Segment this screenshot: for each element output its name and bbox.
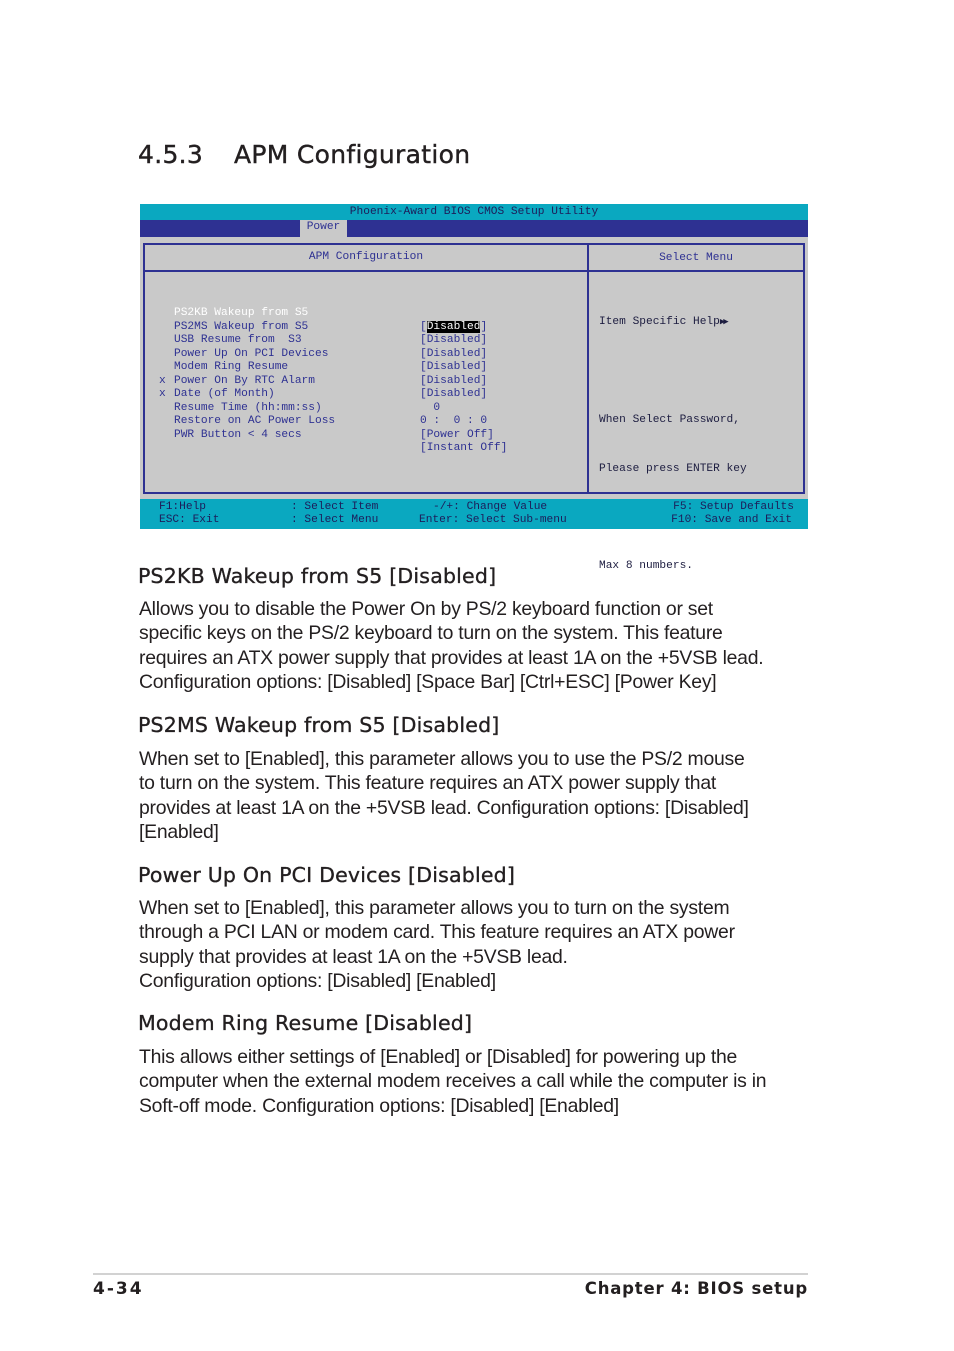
key-change-value: -/+: Change Value (433, 501, 548, 513)
paragraph-power-up-pci: When set to [Enabled], this parameter al… (139, 896, 819, 993)
setting-row-rtc-alarm[interactable]: Power On By RTC Alarm [Disabled] (145, 348, 585, 401)
text-line: Allows you to disable the Power On by PS… (139, 598, 713, 620)
setting-value[interactable]: [Power Off] (420, 429, 494, 443)
chapter-label: Chapter 4: BIOS setup (584, 1279, 808, 1298)
bios-screenshot: Phoenix-Award BIOS CMOS Setup Utility Po… (140, 204, 808, 572)
double-arrow-right-icon: ▶▶ (719, 317, 729, 328)
key-select-item: : Select Item (291, 501, 379, 513)
setting-row-power-up-pci[interactable]: Power Up On PCI Devices [Disabled] (145, 321, 585, 374)
text-line: When set to [Enabled], this parameter al… (139, 748, 745, 770)
key-f5-defaults: F5: Setup Defaults (673, 501, 794, 513)
help-line: Please press ENTER key (599, 462, 747, 475)
text-line: to turn on the system. This feature requ… (139, 772, 716, 795)
text-line: supply that provides at least 1A on the … (139, 945, 568, 968)
settings-list: PS2KB Wakeup from S5 [Disabled] PS2MS Wa… (143, 270, 589, 494)
help-panel-header: Select Menu (587, 243, 805, 272)
heading-power-up-pci: Power Up On PCI Devices [Disabled] (138, 863, 516, 887)
setting-label: Restore on AC Power Loss (174, 415, 336, 427)
key-esc-exit: ESC: Exit (159, 514, 220, 526)
setting-row-ps2kb-wakeup[interactable]: PS2KB Wakeup from S5 [Disabled] (145, 280, 585, 333)
heading-ps2ms-wakeup: PS2MS Wakeup from S5 [Disabled] (138, 713, 500, 737)
text-line: Soft-off mode. Configuration options: [D… (139, 1094, 619, 1117)
text-line: This allows either settings of [Enabled]… (139, 1046, 738, 1068)
heading-modem-ring-resume: Modem Ring Resume [Disabled] (138, 1011, 473, 1035)
setting-row-ac-power-loss[interactable]: Restore on AC Power Loss [Power Off] (145, 388, 585, 441)
bios-tab-bar: Power (140, 220, 808, 237)
text-line: Configuration options: [Disabled] [Enabl… (139, 969, 496, 992)
text-line: specific keys on the PS/2 keyboard to tu… (139, 622, 723, 645)
key-f10-save-exit: F10: Save and Exit (671, 514, 792, 526)
setting-row-usb-resume[interactable]: USB Resume from S3 [Disabled] (145, 307, 585, 360)
heading-ps2kb-wakeup: PS2KB Wakeup from S5 [Disabled] (138, 564, 497, 588)
bios-key-legend: F1:Help : Select Item -/+: Change Value … (140, 499, 808, 529)
paragraph-ps2kb-wakeup: Allows you to disable the Power On by PS… (139, 597, 819, 694)
help-line: Max 8 numbers. (599, 559, 693, 572)
text-line: provides at least 1A on the +5VSB lead. … (139, 796, 749, 819)
paragraph-modem-ring-resume: This allows either settings of [Enabled]… (139, 1045, 819, 1118)
help-text: Item Specific Help▶▶ When Select Passwor… (599, 282, 747, 606)
setting-value: 0 : 0 : 0 (420, 415, 488, 427)
setting-row-resume-time: x Resume Time (hh:mm:ss) 0 : 0 : 0 (145, 375, 585, 427)
text-line: through a PCI LAN or modem card. This fe… (139, 921, 735, 944)
main-panel-header: APM Configuration (143, 243, 589, 272)
setting-label: PWR Button < 4 secs (174, 428, 302, 441)
setting-row-modem-ring[interactable]: Modem Ring Resume [Disabled] (145, 334, 585, 387)
help-line: When Select Password, (599, 413, 740, 426)
text-line: computer when the external modem receive… (139, 1070, 767, 1093)
section-title: 4.5.3 APM Configuration (138, 140, 470, 169)
page-number: 4-34 (93, 1279, 144, 1299)
text-line: When set to [Enabled], this parameter al… (139, 897, 730, 919)
bios-title-bar: Phoenix-Award BIOS CMOS Setup Utility (140, 204, 808, 220)
paragraph-ps2ms-wakeup: When set to [Enabled], this parameter al… (139, 747, 819, 844)
setting-row-date: x Date (of Month) 0 (145, 361, 585, 414)
text-line: requires an ATX power supply that provid… (139, 646, 764, 669)
tab-power[interactable]: Power (300, 220, 347, 237)
help-panel: Item Specific Help▶▶ When Select Passwor… (587, 270, 805, 572)
text-line: [Enabled] (139, 820, 219, 843)
section-title-text: APM Configuration (234, 140, 471, 169)
key-select-menu: : Select Menu (291, 514, 379, 526)
setting-value[interactable]: [Instant Off] (420, 442, 507, 456)
text-line: Configuration options: [Disabled] [Space… (139, 670, 717, 693)
help-title: Item Specific Help▶▶ (599, 316, 729, 329)
section-number: 4.5.3 (138, 140, 204, 169)
footer-divider (93, 1273, 808, 1275)
key-enter-submenu: Enter: Select Sub-menu (419, 514, 567, 526)
setting-row-pwr-button[interactable]: PWR Button < 4 secs [Instant Off] (145, 402, 585, 455)
setting-row-ps2ms-wakeup[interactable]: PS2MS Wakeup from S5 [Disabled] (145, 294, 585, 347)
key-f1-help: F1:Help (159, 501, 206, 513)
